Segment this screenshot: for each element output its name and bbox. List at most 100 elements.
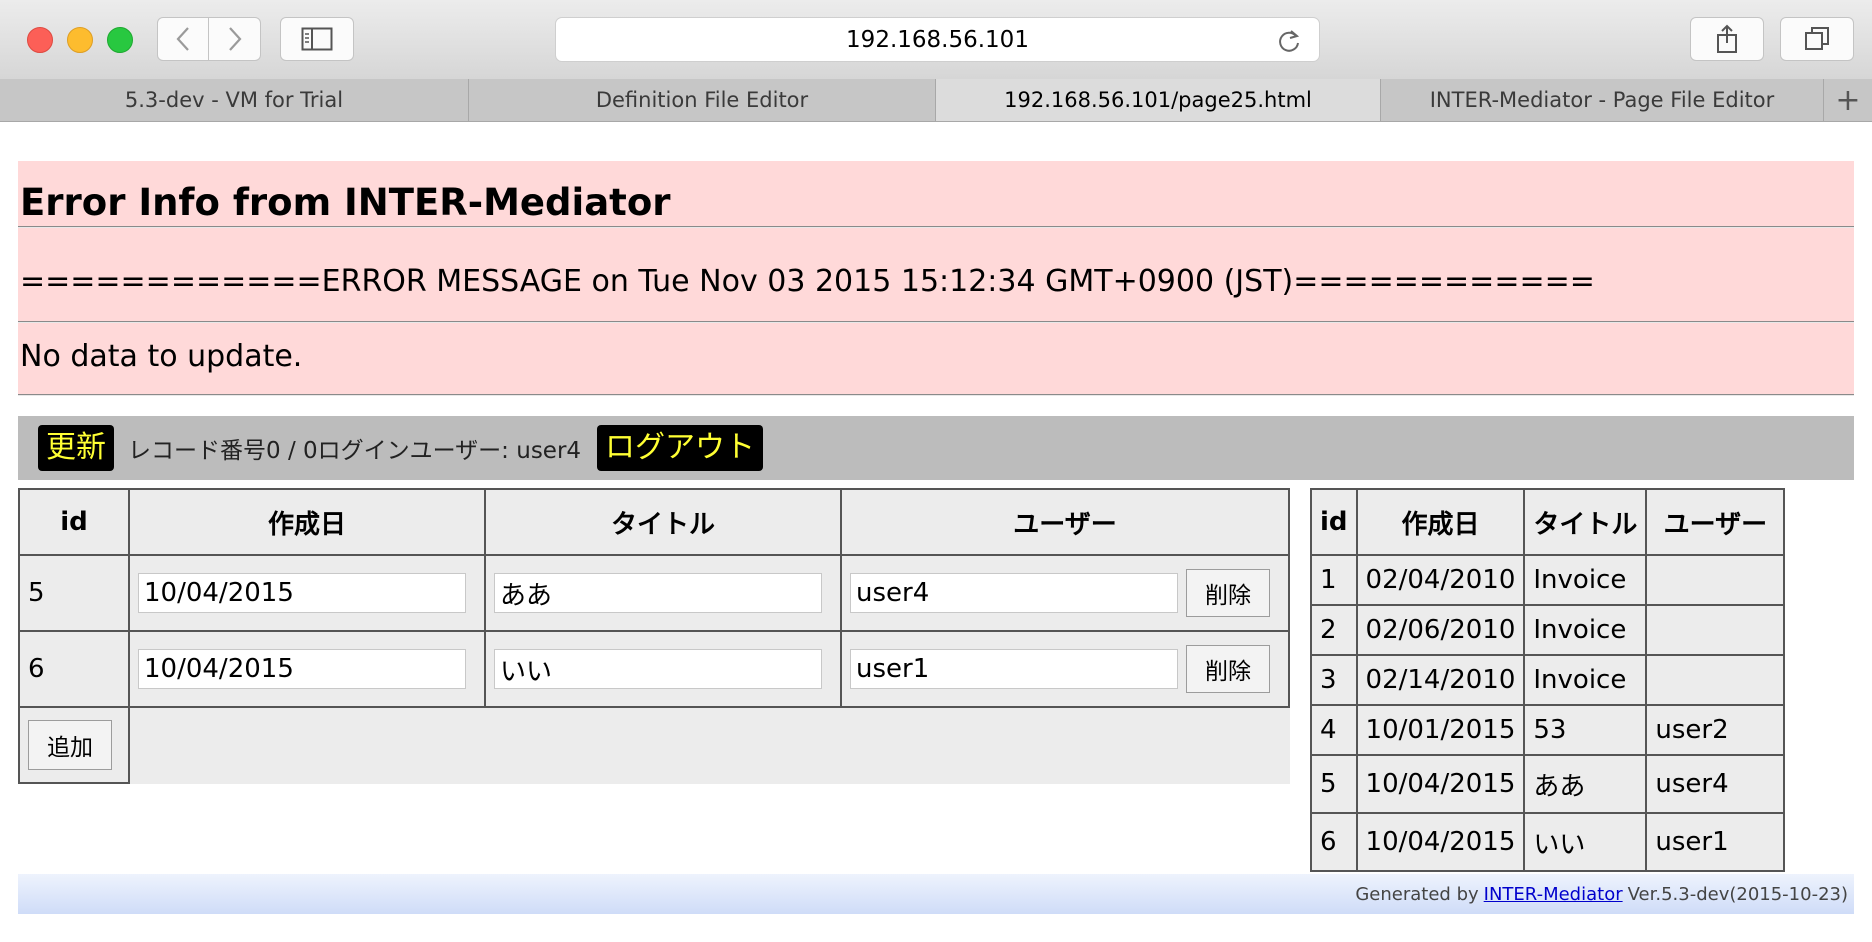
logout-button[interactable]: ログアウト [597, 425, 764, 471]
cell-title: ああ [1523, 754, 1648, 814]
address-text: 192.168.56.101 [846, 26, 1029, 53]
cell-id: 4 [1310, 704, 1358, 756]
header-user: ユーザー [840, 488, 1290, 556]
cell-id: 3 [1310, 654, 1358, 706]
tabs-overview-icon [1805, 27, 1829, 50]
cell-id: 5 [18, 554, 130, 632]
tab-definition-file-editor[interactable]: Definition File Editor [469, 79, 936, 121]
header-user: ユーザー [1645, 488, 1786, 556]
forward-icon [228, 27, 241, 51]
cell-date [128, 630, 486, 708]
table-row: 5 10/04/2015 ああ user4 [1310, 754, 1786, 814]
share-icon [1717, 24, 1737, 53]
window-titlebar: 192.168.56.101 [0, 0, 1872, 80]
cell-user [1645, 554, 1786, 606]
date-input[interactable] [138, 649, 466, 689]
cell-user [1645, 604, 1786, 656]
refresh-button[interactable]: 更新 [38, 425, 114, 471]
cell-title: 53 [1523, 704, 1648, 756]
cell-id: 1 [1310, 554, 1358, 606]
footer-version: Ver.5.3-dev(2015-10-23) [1627, 883, 1848, 905]
cell-title: Invoice [1523, 654, 1648, 706]
list-table-header: id 作成日 タイトル ユーザー [1310, 488, 1786, 556]
forward-button[interactable] [209, 17, 261, 61]
delete-button[interactable]: 削除 [1186, 645, 1270, 693]
cell-user: user2 [1645, 704, 1786, 756]
user-input[interactable] [850, 648, 1178, 689]
cell-id: 5 [1310, 754, 1358, 814]
cell-user: 削除 [840, 554, 1290, 632]
error-divider [18, 394, 1854, 396]
new-tab-button[interactable]: + [1824, 79, 1872, 121]
tab-bar: 5.3-dev - VM for Trial Definition File E… [0, 79, 1872, 122]
header-id: id [1310, 488, 1358, 556]
add-button[interactable]: 追加 [28, 720, 112, 770]
cell-date: 10/04/2015 [1355, 812, 1526, 872]
sidebar-icon [301, 27, 333, 51]
user-input[interactable] [850, 572, 1178, 613]
table-row: 6 削除 [18, 630, 1290, 708]
cell-user: user4 [1645, 754, 1786, 814]
error-message: ============ERROR MESSAGE on Tue Nov 03 … [20, 264, 1595, 299]
tab-vm-for-trial[interactable]: 5.3-dev - VM for Trial [0, 79, 469, 121]
page-footer: Generated by INTER-Mediator Ver.5.3-dev(… [18, 874, 1854, 914]
table-row: 4 10/01/2015 53 user2 [1310, 704, 1786, 756]
table-row: 6 10/04/2015 いい user1 [1310, 812, 1786, 872]
cell-id: 2 [1310, 604, 1358, 656]
tab-page-file-editor[interactable]: INTER-Mediator - Page File Editor [1381, 79, 1824, 121]
cell-date: 02/06/2010 [1355, 604, 1526, 656]
tabs-overview-button[interactable] [1780, 17, 1854, 61]
header-title: タイトル [1523, 488, 1648, 556]
cell-title: Invoice [1523, 604, 1648, 656]
cell-id: 6 [1310, 812, 1358, 872]
page-content: Error Info from INTER-Mediator =========… [0, 122, 1872, 942]
cell-title: Invoice [1523, 554, 1648, 606]
table-row: 3 02/14/2010 Invoice [1310, 654, 1786, 706]
header-date: 作成日 [1355, 488, 1526, 556]
cell-date: 02/04/2010 [1355, 554, 1526, 606]
cell-title [484, 554, 842, 632]
cell-user [1645, 654, 1786, 706]
minimize-window-button[interactable] [67, 27, 93, 53]
title-input[interactable] [494, 649, 822, 689]
record-info: レコード番号0 / 0ログインユーザー: user4 [128, 438, 582, 464]
cell-user: user1 [1645, 812, 1786, 872]
address-bar[interactable]: 192.168.56.101 [555, 17, 1320, 62]
cell-date: 02/14/2010 [1355, 654, 1526, 706]
cell-date [128, 554, 486, 632]
record-navigator: 更新 レコード番号0 / 0ログインユーザー: user4 ログアウト [18, 416, 1854, 480]
header-date: 作成日 [128, 488, 486, 556]
error-divider [18, 226, 1854, 228]
header-title: タイトル [484, 488, 842, 556]
add-row-spacer [129, 707, 1289, 783]
zoom-window-button[interactable] [107, 27, 133, 53]
share-button[interactable] [1690, 17, 1764, 61]
delete-button[interactable]: 削除 [1186, 569, 1270, 617]
add-row: 追加 [18, 706, 1289, 784]
reload-icon [1279, 30, 1300, 52]
footer-prefix: Generated by [1355, 883, 1479, 905]
list-table: id 作成日 タイトル ユーザー 1 02/04/2010 Invoice 2 … [1310, 488, 1786, 872]
close-window-button[interactable] [27, 27, 53, 53]
error-panel: Error Info from INTER-Mediator =========… [18, 161, 1854, 396]
add-cell: 追加 [18, 706, 130, 784]
table-row: 5 削除 [18, 554, 1290, 632]
title-input[interactable] [494, 573, 822, 613]
sidebar-button[interactable] [280, 17, 354, 61]
cell-date: 10/01/2015 [1355, 704, 1526, 756]
header-id: id [18, 488, 130, 556]
table-row: 1 02/04/2010 Invoice [1310, 554, 1786, 606]
inter-mediator-link[interactable]: INTER-Mediator [1484, 884, 1623, 905]
cell-date: 10/04/2015 [1355, 754, 1526, 814]
back-icon [176, 27, 189, 51]
error-title: Error Info from INTER-Mediator [20, 181, 671, 224]
cell-title [484, 630, 842, 708]
back-button[interactable] [157, 17, 209, 61]
date-input[interactable] [138, 573, 466, 613]
tab-page25[interactable]: 192.168.56.101/page25.html [936, 79, 1381, 121]
reload-button[interactable] [1277, 28, 1301, 60]
edit-table-header: id 作成日 タイトル ユーザー [18, 488, 1290, 556]
cell-title: いい [1523, 812, 1648, 872]
error-detail: No data to update. [20, 339, 303, 374]
cell-id: 6 [18, 630, 130, 708]
